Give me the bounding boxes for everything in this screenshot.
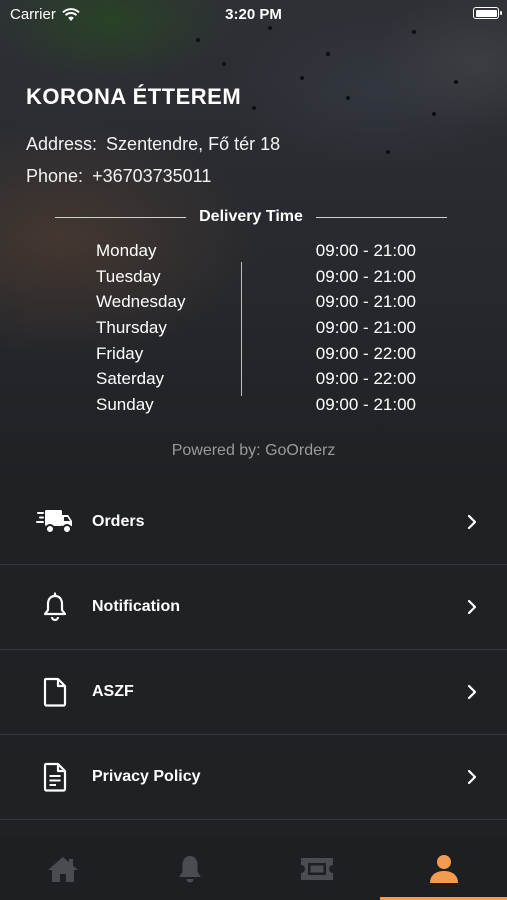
hours-row: Tuesday 09:00 - 21:00	[96, 266, 416, 292]
hours-row: Monday 09:00 - 21:00	[96, 240, 416, 266]
powered-by: Powered by: GoOrderz	[171, 442, 336, 459]
app-screen: Carrier 3:20 PM KORONA ÉTTEREM Address: …	[0, 0, 507, 900]
bell-icon	[179, 856, 202, 883]
chevron-right-icon	[467, 599, 477, 615]
menu-item-label: Privacy Policy	[92, 768, 201, 785]
hours-row: Sunday 09:00 - 21:00	[96, 394, 416, 420]
status-bar: Carrier 3:20 PM	[0, 0, 507, 28]
hours-row: Wednesday 09:00 - 21:00	[96, 291, 416, 317]
hours-row: Friday 09:00 - 22:00	[96, 343, 416, 369]
restaurant-name: KORONA ÉTTEREM	[26, 84, 242, 109]
settings-menu: Orders Notification ASZF Privacy Policy	[0, 480, 507, 820]
phone-label: Phone:	[26, 166, 84, 186]
hours-time: 09:00 - 21:00	[315, 395, 416, 415]
phone-value[interactable]: +36703735011	[92, 166, 211, 187]
menu-item-label: ASZF	[92, 683, 134, 700]
address-label: Address:	[26, 134, 98, 154]
chevron-right-icon	[467, 514, 477, 530]
ticket-icon	[300, 858, 333, 880]
profile-icon	[429, 855, 458, 883]
battery-icon	[473, 7, 502, 19]
address-value: Szentendre, Fő tér 18	[106, 134, 281, 154]
tab-profile[interactable]	[380, 838, 507, 900]
address-row: Address: Szentendre, Fő tér 18	[26, 134, 280, 155]
hours-day: Friday	[96, 343, 144, 363]
tab-coupons[interactable]	[254, 838, 381, 900]
hours-day: Thursday	[96, 318, 167, 338]
bell-icon	[36, 591, 74, 623]
hours-day: Sunday	[96, 395, 154, 415]
hours-day: Wednesday	[96, 292, 186, 312]
delivery-time-title: Delivery Time	[199, 208, 303, 225]
hours-time: 09:00 - 21:00	[315, 318, 416, 338]
hours-day: Saterday	[96, 369, 165, 389]
home-icon	[48, 857, 79, 882]
menu-item-label: Orders	[92, 513, 145, 530]
hours-divider	[241, 262, 242, 396]
tab-home[interactable]	[0, 838, 127, 900]
bottom-tab-bar	[0, 838, 507, 900]
menu-item-notification[interactable]: Notification	[0, 565, 507, 650]
hours-time: 09:00 - 21:00	[315, 292, 416, 312]
delivery-truck-icon	[36, 506, 74, 538]
heading-divider-left	[55, 216, 187, 218]
document-icon	[36, 676, 74, 708]
hours-row: Saterday 09:00 - 22:00	[96, 368, 416, 394]
tab-notifications[interactable]	[127, 838, 254, 900]
hours-day: Tuesday	[96, 266, 161, 286]
hours-time: 09:00 - 22:00	[315, 369, 416, 389]
status-time: 3:20 PM	[225, 6, 282, 23]
hours-row: Thursday 09:00 - 21:00	[96, 317, 416, 343]
menu-item-aszf[interactable]: ASZF	[0, 650, 507, 735]
menu-item-orders[interactable]: Orders	[0, 480, 507, 565]
chevron-right-icon	[467, 769, 477, 785]
menu-item-label: Notification	[92, 598, 180, 615]
delivery-time-heading: Delivery Time	[55, 208, 448, 226]
hours-day: Monday	[96, 241, 157, 260]
hours-time: 09:00 - 22:00	[315, 343, 416, 363]
document-text-icon	[36, 761, 74, 793]
hours-time: 09:00 - 21:00	[315, 266, 416, 286]
menu-item-privacy-policy[interactable]: Privacy Policy	[0, 735, 507, 820]
hours-time: 09:00 - 21:00	[315, 241, 416, 260]
heading-divider-right	[315, 216, 448, 218]
chevron-right-icon	[467, 684, 477, 700]
delivery-hours-table: Monday 09:00 - 21:00 Tuesday 09:00 - 21:…	[96, 240, 416, 420]
phone-row[interactable]: Phone: +36703735011	[26, 166, 211, 187]
